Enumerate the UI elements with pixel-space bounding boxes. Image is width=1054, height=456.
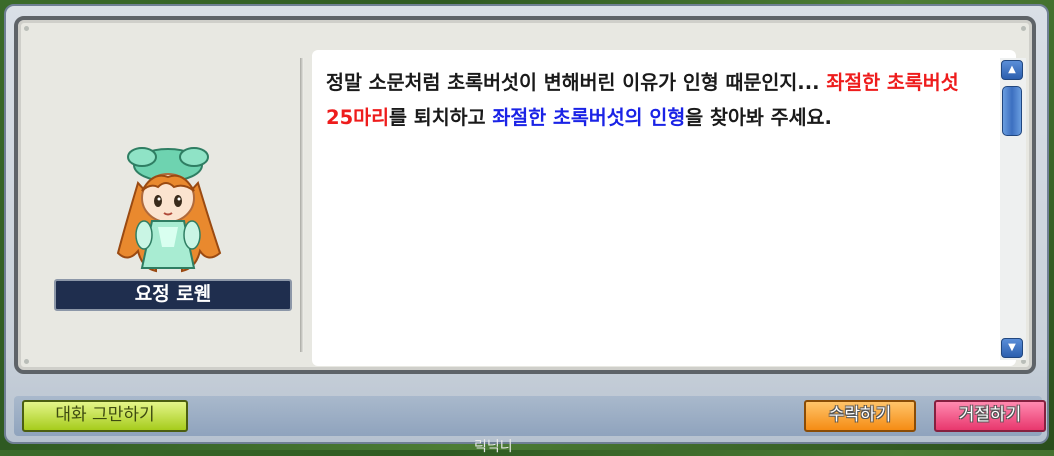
npc-dialog-window: 요정 로웬 정말 소문처럼 초록버섯이 변해버린 이유가 인형 때문인지... … xyxy=(4,4,1049,444)
frame-bolt xyxy=(1021,26,1026,31)
fairy-npc-portrait xyxy=(116,147,222,273)
frame-bolt xyxy=(24,26,29,31)
accept-button[interactable]: 수락하기 xyxy=(804,400,916,432)
decline-button[interactable]: 거절하기 xyxy=(934,400,1046,432)
dialog-text-part: 를 퇴치하고 xyxy=(389,106,493,129)
dialog-text-panel: 정말 소문처럼 초록버섯이 변해버린 이유가 인형 때문인지... 좌절한 초록… xyxy=(312,50,1016,366)
scroll-thumb[interactable] xyxy=(1002,86,1022,136)
background-label: 릭닉니 xyxy=(474,439,513,455)
quest-item-highlight: 좌절한 초록버섯의 인형 xyxy=(492,106,686,129)
npc-name-plate: 요정 로웬 xyxy=(54,279,292,311)
dialog-scrollbar[interactable]: ▲ ▼ xyxy=(1000,58,1026,360)
dialog-frame: 요정 로웬 정말 소문처럼 초록버섯이 변해버린 이유가 인형 때문인지... … xyxy=(14,16,1036,374)
dialog-button-bar: 대화 그만하기 수락하기 거절하기 xyxy=(14,396,1046,436)
dialog-text: 정말 소문처럼 초록버섯이 변해버린 이유가 인형 때문인지... 좌절한 초록… xyxy=(326,65,986,135)
dialog-text-part: 을 찾아봐 주세요. xyxy=(685,106,832,129)
dialog-text-part: 정말 소문처럼 초록버섯이 변해버린 이유가 인형 때문인지... xyxy=(326,71,827,94)
npc-panel: 요정 로웬 xyxy=(38,48,294,368)
frame-bolt xyxy=(24,359,29,364)
scroll-down-icon[interactable]: ▼ xyxy=(1001,338,1023,358)
end-chat-button[interactable]: 대화 그만하기 xyxy=(22,400,188,432)
panel-divider xyxy=(300,58,304,352)
scroll-up-icon[interactable]: ▲ xyxy=(1001,60,1023,80)
